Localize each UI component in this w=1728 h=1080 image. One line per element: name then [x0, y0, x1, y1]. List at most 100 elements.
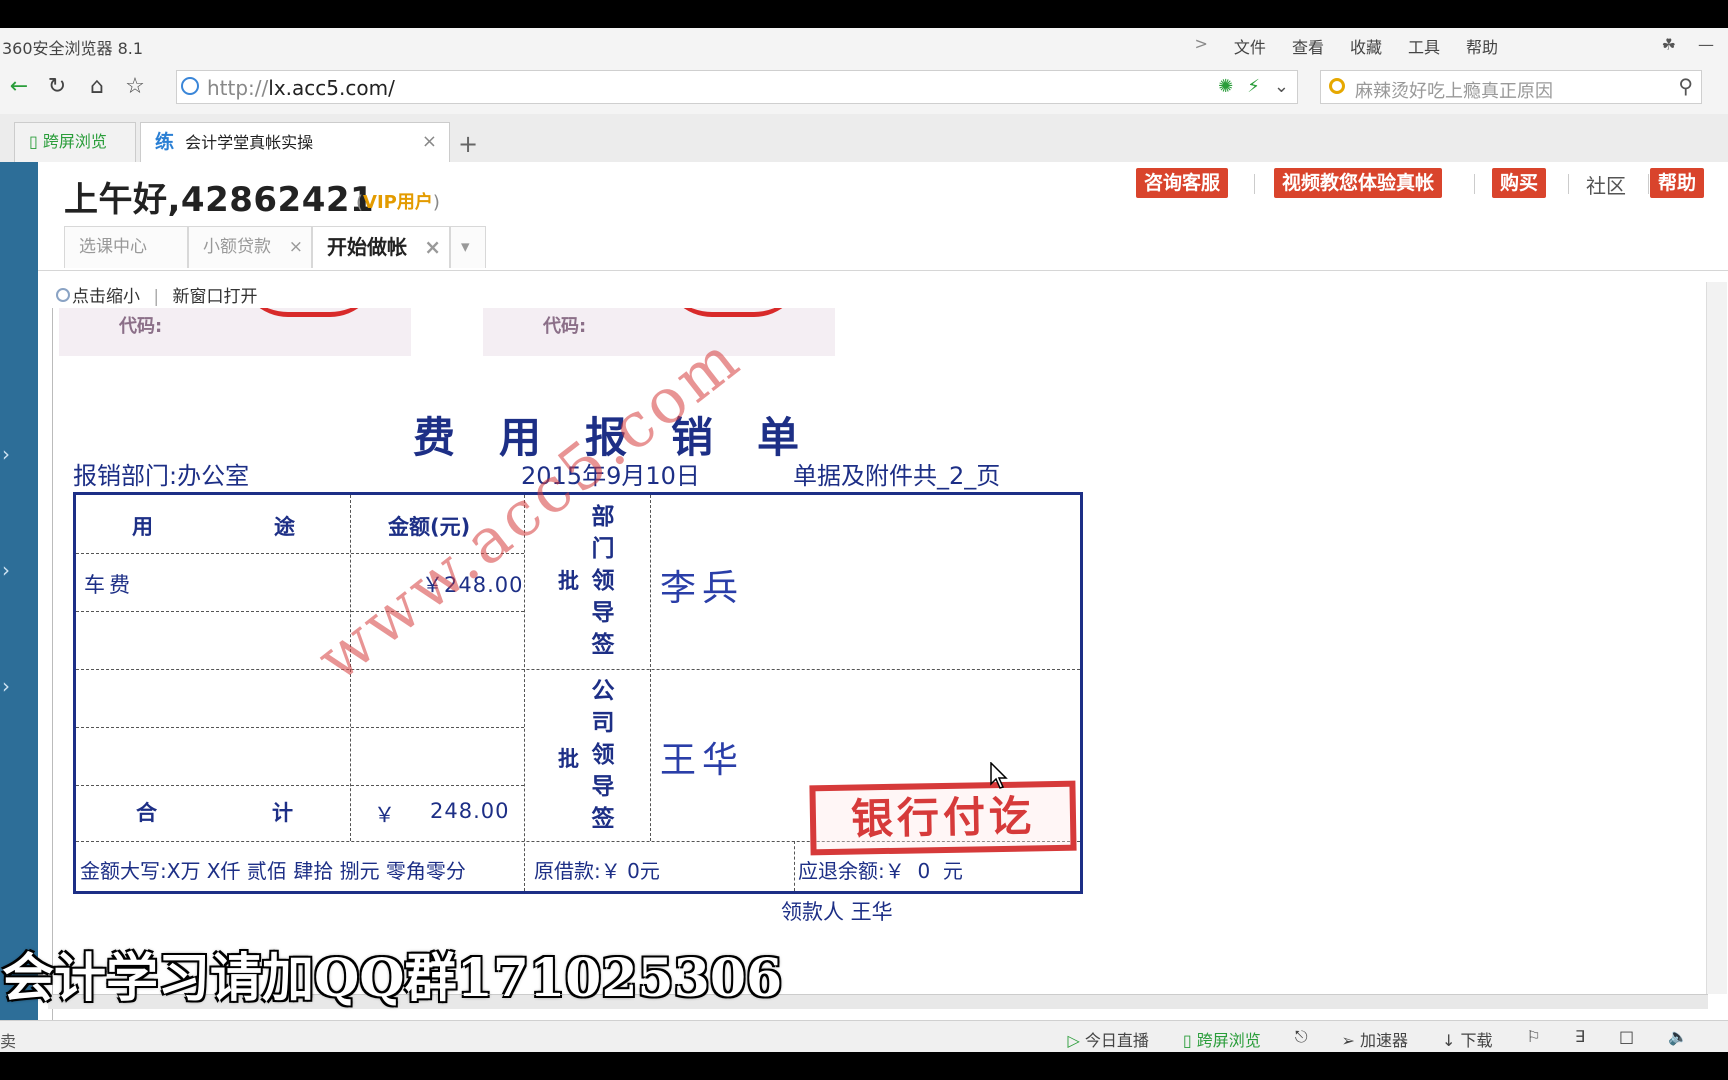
receiver-label: 领款人 王华	[781, 900, 893, 924]
search-icon[interactable]: ⚲	[1678, 74, 1693, 98]
tab-label: 会计学堂真帐实操	[185, 133, 314, 152]
divider	[1568, 174, 1569, 194]
close-tab-icon[interactable]: ×	[422, 123, 437, 161]
zoom-out-icon[interactable]	[56, 288, 70, 302]
accelerator-button[interactable]: ➢ 加速器	[1341, 1027, 1408, 1051]
menu-favorites[interactable]: 收藏	[1350, 34, 1382, 58]
stamp-arc	[239, 308, 379, 317]
play-icon: ▷	[1067, 1031, 1080, 1050]
divider	[794, 841, 795, 891]
flag-icon[interactable]: ⚐	[1527, 1027, 1541, 1051]
tabs-dropdown-button[interactable]: ▾	[450, 226, 486, 268]
tab-label: 开始做帐	[327, 235, 407, 259]
dept-label: 报销部门:办公室	[73, 462, 250, 490]
history-icon[interactable]: ⎋	[1295, 1027, 1308, 1051]
favorite-star-icon[interactable]: ☆	[122, 74, 148, 100]
menu-file[interactable]: 文件	[1234, 34, 1266, 58]
divider	[76, 611, 524, 612]
chevron-right-icon[interactable]: ›	[2, 674, 10, 698]
page-content: 上午好,42862421 (VIP用户) 咨询客服 视频教您体验真帐 购买 社区…	[38, 162, 1728, 1068]
menu-expand[interactable]: >	[1195, 34, 1208, 58]
search-input[interactable]: 麻辣烫好吃上瘾真正原因	[1355, 77, 1553, 103]
refresh-icon[interactable]: ↻	[44, 74, 70, 100]
buy-button[interactable]: 购买	[1492, 168, 1547, 198]
download-arrow-icon: ↓	[1441, 1031, 1456, 1050]
chevron-right-icon[interactable]: ›	[2, 558, 10, 582]
tab-cross-screen[interactable]: ▯ 跨屏浏览	[14, 122, 136, 162]
divider	[76, 669, 1080, 670]
window-icon[interactable]: □	[1619, 1027, 1634, 1051]
status-bar: 卖 ▷ 今日直播 ▯ 跨屏浏览 ⎋ ➢ 加速器 ↓ 下载 ⚐ ∃ □ 🔈	[0, 1020, 1728, 1053]
total-amount: 248.00	[430, 799, 510, 823]
total-label: 计	[272, 801, 293, 825]
refund-balance: 应退余额:￥ 0 元	[798, 859, 963, 883]
phone-icon: ▯	[29, 132, 38, 151]
total-label: 合	[136, 801, 157, 825]
community-link[interactable]: 社区	[1586, 170, 1626, 199]
volume-icon[interactable]: 🔈	[1668, 1027, 1688, 1051]
menu-help[interactable]: 帮助	[1466, 34, 1498, 58]
vip-badge: (VIP用户)	[356, 192, 440, 213]
skin-icon[interactable]: ☘	[1662, 35, 1676, 54]
mouse-cursor-icon	[990, 762, 1008, 789]
menu-tools[interactable]: 工具	[1408, 34, 1440, 58]
approve-label: 批	[558, 569, 579, 593]
back-arrow-icon[interactable]: ←	[6, 74, 32, 100]
new-tab-button[interactable]: +	[458, 130, 478, 158]
browser-tabbar: ▯ 跨屏浏览 练 会计学堂真帐实操 × +	[0, 114, 1728, 163]
speed-bolt-icon[interactable]: ⚡	[1247, 76, 1260, 97]
chevron-down-icon[interactable]: ⌄	[1274, 76, 1289, 97]
zoom-out-link[interactable]: 点击缩小	[72, 287, 140, 307]
tab-acc5[interactable]: 练 会计学堂真帐实操 ×	[140, 122, 450, 162]
divider	[76, 727, 524, 728]
col-use-label: 途	[274, 515, 295, 539]
divider	[1254, 174, 1255, 194]
greeting: 上午好,42862421	[64, 180, 375, 220]
tab-small-loan[interactable]: 小额贷款 ×	[188, 226, 312, 268]
close-icon[interactable]: ×	[424, 227, 441, 267]
new-window-link[interactable]: 新窗口打开	[173, 287, 258, 307]
stamp-arc	[663, 308, 803, 317]
help-button[interactable]: 帮助	[1650, 168, 1705, 198]
tab-label: 选课中心	[79, 237, 147, 257]
approve-label: 批	[558, 747, 579, 771]
stamp-code-label: 代码:	[543, 316, 587, 337]
divider	[650, 495, 651, 841]
browser-navbar: ← ↻ ⌂ ☆ http://lx.acc5.com/ ✺ ⚡ ⌄ 麻辣烫好吃上…	[0, 60, 1728, 114]
search-box[interactable]: 麻辣烫好吃上瘾真正原因 ⚲	[1320, 70, 1702, 104]
security-icon[interactable]: ✺	[1218, 76, 1233, 97]
menu-view[interactable]: 查看	[1292, 34, 1324, 58]
close-icon[interactable]: ×	[289, 227, 303, 267]
divider	[1474, 174, 1475, 194]
company-leader-sign-label: 公司领导签	[591, 678, 615, 832]
live-today-button[interactable]: ▷ 今日直播	[1067, 1027, 1148, 1051]
address-bar[interactable]: http://lx.acc5.com/ ✺ ⚡ ⌄	[176, 70, 1298, 104]
browser-titlebar: 360安全浏览器 8.1 > 文件 查看 收藏 工具 帮助 ☘ —	[0, 28, 1728, 60]
consult-button[interactable]: 咨询客服	[1136, 168, 1229, 198]
rocket-icon: ➢	[1341, 1031, 1355, 1050]
left-sidebar[interactable]: › › ›	[0, 162, 38, 1020]
browser-menu: > 文件 查看 收藏 工具 帮助	[1195, 34, 1498, 58]
total-currency: ￥	[374, 803, 395, 827]
view-toolbar: 点击缩小 | 新窗口打开	[56, 282, 258, 307]
download-button[interactable]: ↓ 下载	[1442, 1027, 1493, 1051]
ie-mode-icon[interactable]: ∃	[1575, 1027, 1585, 1051]
cross-screen-button[interactable]: ▯ 跨屏浏览	[1183, 1027, 1261, 1051]
tab-label: 小额贷款	[203, 237, 271, 257]
stamp-code-label: 代码:	[119, 316, 163, 337]
bank-paid-stamp: 银行付讫	[809, 780, 1077, 856]
video-demo-button[interactable]: 视频教您体验真帐	[1274, 168, 1443, 198]
globe-icon	[181, 77, 199, 95]
stamp-card: 代码:	[483, 308, 835, 356]
home-icon[interactable]: ⌂	[84, 74, 110, 100]
stamp-card: 代码:	[59, 308, 411, 356]
site-favicon-icon: 练	[155, 131, 175, 153]
chevron-right-icon[interactable]: ›	[2, 442, 10, 466]
tab-course-center[interactable]: 选课中心	[64, 226, 188, 268]
address-tools: ✺ ⚡ ⌄	[1218, 76, 1289, 97]
tab-start-bookkeeping[interactable]: 开始做帐 ×	[312, 226, 450, 268]
vertical-scrollbar[interactable]	[1706, 282, 1727, 994]
divider	[1648, 174, 1649, 194]
search-engine-icon[interactable]	[1329, 78, 1345, 94]
minimize-icon[interactable]: —	[1698, 35, 1714, 54]
